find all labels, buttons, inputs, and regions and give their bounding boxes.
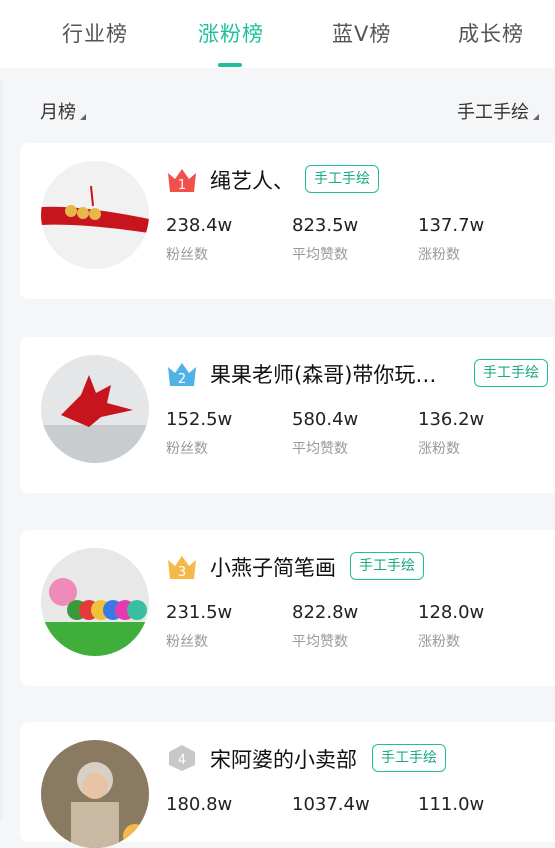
account-name: 果果老师(森哥)带你玩… (210, 363, 437, 387)
account-name: 小燕子简笔画 (210, 556, 336, 580)
fans-value: 238.4w (166, 215, 233, 236)
avatar[interactable] (41, 161, 149, 269)
rank-1-crown-icon: 1 (168, 169, 196, 193)
dropdown-triangle-icon (533, 114, 539, 120)
rank-4-badge-icon: 4 (169, 745, 195, 771)
filter-bar: 月榜 手工手绘 (0, 80, 555, 140)
dropdown-triangle-icon (80, 114, 86, 120)
category-dropdown[interactable]: 手工手绘 (457, 98, 539, 124)
avg-likes-stat: 822.8w 平均赞数 (292, 602, 358, 651)
avatar[interactable] (41, 355, 149, 463)
avatar-rope-image (41, 161, 149, 269)
growth-stat: 137.7w 涨粉数 (418, 215, 484, 264)
active-tab-indicator (218, 63, 242, 67)
growth-label: 涨粉数 (418, 634, 460, 650)
avg-likes-stat: 823.5w 平均赞数 (292, 215, 358, 264)
ranking-card[interactable]: 1 绳艺人、 手工手绘 238.4w 粉丝数 823.5w 平均赞数 137.7… (20, 143, 555, 299)
period-label: 月榜 (40, 102, 76, 123)
avatar-dragon-image (41, 355, 149, 463)
avatar-grandma-image (41, 740, 149, 848)
fans-value: 152.5w (166, 409, 233, 430)
svg-text:2: 2 (178, 372, 186, 387)
svg-text:1: 1 (178, 178, 186, 193)
svg-text:3: 3 (178, 565, 186, 580)
fans-label: 粉丝数 (166, 441, 208, 457)
fans-stat: 231.5w 粉丝数 (166, 602, 232, 651)
avg-likes-label: 平均赞数 (292, 634, 348, 650)
category-tag: 手工手绘 (372, 744, 446, 772)
tab-industry[interactable]: 行业榜 (62, 18, 128, 48)
avg-likes-label: 平均赞数 (292, 247, 348, 263)
rank-3-crown-icon: 3 (168, 556, 196, 580)
growth-stat: 136.2w 涨粉数 (418, 409, 484, 458)
tab-blue-v[interactable]: 蓝V榜 (332, 18, 391, 48)
fans-label: 粉丝数 (166, 247, 208, 263)
category-tag: 手工手绘 (350, 552, 424, 580)
ranking-card[interactable]: 4 宋阿婆的小卖部 手工手绘 180.8w 1037.4w 111.0w (20, 722, 555, 848)
ranking-card[interactable]: 3 小燕子简笔画 手工手绘 231.5w 粉丝数 822.8w 平均赞数 128… (20, 530, 555, 686)
ranking-tabs: 行业榜 涨粉榜 蓝V榜 成长榜 (0, 0, 555, 68)
avatar-caterpillar-image (41, 548, 149, 656)
avg-likes-value: 580.4w (292, 409, 359, 430)
avg-likes-value: 1037.4w (292, 794, 370, 815)
growth-value: 128.0w (418, 602, 485, 623)
avatar[interactable] (41, 740, 149, 848)
category-label: 手工手绘 (457, 102, 529, 123)
account-name: 绳艺人、 (210, 169, 294, 193)
period-dropdown[interactable]: 月榜 (40, 98, 86, 124)
ranking-card[interactable]: 2 果果老师(森哥)带你玩… 手工手绘 152.5w 粉丝数 580.4w 平均… (20, 337, 555, 493)
fans-stat: 238.4w 粉丝数 (166, 215, 232, 264)
growth-value: 136.2w (418, 409, 485, 430)
fans-value: 180.8w (166, 794, 233, 815)
avg-likes-label: 平均赞数 (292, 441, 348, 457)
growth-value: 111.0w (418, 794, 485, 815)
fans-value: 231.5w (166, 602, 233, 623)
fans-label: 粉丝数 (166, 634, 208, 650)
category-tag: 手工手绘 (474, 359, 548, 387)
growth-stat: 128.0w 涨粉数 (418, 602, 484, 651)
growth-value: 137.7w (418, 215, 485, 236)
account-name: 宋阿婆的小卖部 (210, 748, 357, 772)
avg-likes-value: 822.8w (292, 602, 359, 623)
rank-2-crown-icon: 2 (168, 363, 196, 387)
left-edge (0, 80, 3, 821)
tab-fans-growth[interactable]: 涨粉榜 (198, 18, 264, 48)
svg-text:4: 4 (178, 753, 186, 768)
category-tag: 手工手绘 (305, 165, 379, 193)
avg-likes-stat: 1037.4w (292, 794, 370, 815)
growth-label: 涨粉数 (418, 247, 460, 263)
fans-stat: 180.8w (166, 794, 232, 815)
avatar[interactable] (41, 548, 149, 656)
growth-stat: 111.0w (418, 794, 484, 815)
tab-growth[interactable]: 成长榜 (458, 18, 524, 48)
avg-likes-value: 823.5w (292, 215, 359, 236)
avg-likes-stat: 580.4w 平均赞数 (292, 409, 358, 458)
fans-stat: 152.5w 粉丝数 (166, 409, 232, 458)
growth-label: 涨粉数 (418, 441, 460, 457)
